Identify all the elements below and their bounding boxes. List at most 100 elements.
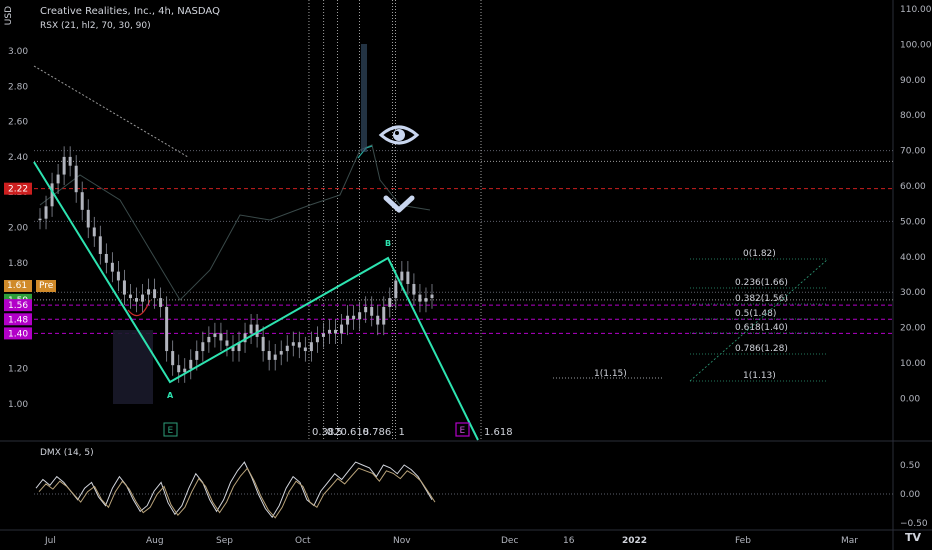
candle-body xyxy=(285,345,289,352)
fib-level-label: 1(1.13) xyxy=(743,371,776,381)
candle-body xyxy=(418,294,422,302)
candle-body xyxy=(207,336,211,343)
candle-body xyxy=(134,298,138,302)
price-tick-label: 1.00 xyxy=(8,400,28,410)
candle-body xyxy=(346,315,350,325)
time-axis-label: Aug xyxy=(146,536,164,546)
rsx-line xyxy=(39,144,431,301)
rsx-tick-label: 30.00 xyxy=(900,288,926,298)
earnings-badge-text: E xyxy=(460,426,466,436)
zigzag-line xyxy=(33,161,479,441)
rsx-line-oversold xyxy=(127,299,151,317)
candle-body xyxy=(74,165,78,193)
fib-level-label: 0.786(1.28) xyxy=(735,344,788,354)
candle-body xyxy=(38,218,42,221)
price-badge-right: Pre xyxy=(36,280,56,292)
candle-body xyxy=(68,156,72,166)
time-axis-label: Mar xyxy=(841,536,858,546)
rsx-tick-label: 90.00 xyxy=(900,76,926,86)
fib-level-label: 0.236(1.66) xyxy=(735,278,788,288)
price-tick-label: 3.00 xyxy=(8,47,28,57)
candle-body xyxy=(370,306,374,316)
fib-retracement: 0(1.82) 0.236(1.66) 0.382(1.56) 0.5(1.48) 0.… xyxy=(553,249,829,382)
currency-label: USD xyxy=(4,6,14,26)
candle-body xyxy=(358,312,362,320)
rsx-tick-label: 10.00 xyxy=(900,359,926,369)
grid xyxy=(0,0,932,550)
candle-body xyxy=(219,333,223,341)
candle-body xyxy=(225,340,229,346)
price-tag-label: 1.56 xyxy=(8,301,28,311)
rsx-tick-label: 60.00 xyxy=(900,182,926,192)
shade-box xyxy=(113,330,153,404)
zigzag-pattern: AB xyxy=(33,161,479,441)
candle-body xyxy=(116,271,120,281)
candle-body xyxy=(50,183,54,207)
dmx-indicator-label[interactable]: DMX (14, 5) xyxy=(40,448,94,458)
fib-level-label: 0.382(1.56) xyxy=(735,294,788,304)
zigzag-point-label: A xyxy=(167,391,174,400)
time-axis-label: Sep xyxy=(216,536,233,546)
price-tag-label: 2.22 xyxy=(8,185,28,195)
time-axis-label: 16 xyxy=(563,536,575,546)
rsx-tick-label: 40.00 xyxy=(900,253,926,263)
candle-body xyxy=(44,206,48,219)
earnings-badge-2: E xyxy=(455,422,470,437)
earnings-badge-1: E xyxy=(163,422,178,437)
candle-body xyxy=(183,368,187,373)
dmx-tick-label: 0.50 xyxy=(900,461,920,471)
rsx-tick-label: 20.00 xyxy=(900,324,926,334)
time-axis-label: 2022 xyxy=(622,536,647,546)
rsx-tick-label: 70.00 xyxy=(900,147,926,157)
zigzag-point-label: B xyxy=(385,239,391,248)
rsx-tick-label: 0.00 xyxy=(900,394,920,404)
candle-body xyxy=(267,351,271,360)
symbol-title[interactable]: Creative Realities, Inc., 4h, NASDAQ xyxy=(40,6,220,17)
fib-level-label: 0.5(1.48) xyxy=(735,309,776,319)
candle-body xyxy=(92,227,96,237)
price-tick-label: 2.40 xyxy=(8,153,28,163)
candle-body xyxy=(261,336,265,352)
rsx-tick-label: 50.00 xyxy=(900,217,926,227)
candle-body xyxy=(412,283,416,295)
candle-body xyxy=(213,333,217,337)
price-tick-label: 2.60 xyxy=(8,118,28,128)
fib-level-label: 0(1.82) xyxy=(743,249,776,259)
candle-body xyxy=(56,174,60,184)
eye-icon xyxy=(378,125,420,145)
candle-body xyxy=(98,236,102,254)
tradingview-logo[interactable]: TV xyxy=(904,530,922,546)
candle-body xyxy=(177,365,181,373)
candle-body xyxy=(388,298,392,307)
candle-body xyxy=(394,280,398,299)
rsx-tick-label: 100.00 xyxy=(900,40,932,50)
time-axis-label: Nov xyxy=(393,536,411,546)
candle-body xyxy=(327,329,331,334)
candle-body xyxy=(291,342,295,346)
projection-label: 1(1.15) xyxy=(594,369,627,379)
candle-body xyxy=(406,271,410,284)
time-axis-label: Oct xyxy=(295,536,311,546)
candle-body xyxy=(189,359,193,369)
price-tick-label: 1.80 xyxy=(8,259,28,269)
axes: 3.002.802.602.402.202.001.801.601.401.20… xyxy=(4,5,932,546)
candle-body xyxy=(86,209,90,228)
earnings-badge-text: E xyxy=(168,426,174,436)
candle-body xyxy=(340,324,344,334)
candle-body xyxy=(249,324,253,334)
icons: EE xyxy=(163,125,470,437)
candle-body xyxy=(62,156,66,175)
time-axis-label: Dec xyxy=(501,536,518,546)
rsx-indicator-label[interactable]: RSX (21, hl2, 70, 30, 90) xyxy=(40,21,151,31)
candle-body xyxy=(153,289,157,299)
candle-body xyxy=(400,271,404,281)
fib-time-label: 1.618 xyxy=(484,427,513,438)
rsx-tick-label: 80.00 xyxy=(900,111,926,121)
candle-body xyxy=(424,298,428,302)
candle-body xyxy=(364,306,368,313)
candle-body xyxy=(171,351,175,366)
candle-body xyxy=(297,342,301,348)
candle-body xyxy=(147,289,151,295)
rsx-spike-bar xyxy=(361,44,367,152)
candle-body xyxy=(279,351,283,355)
